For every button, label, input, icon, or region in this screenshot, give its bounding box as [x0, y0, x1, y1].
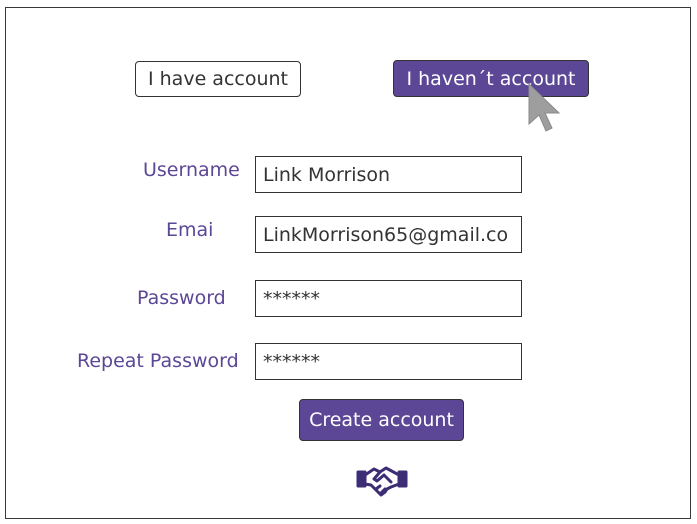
- username-label: Username: [143, 159, 240, 181]
- password-input[interactable]: ******: [255, 280, 522, 317]
- mouse-pointer-icon: [528, 84, 561, 132]
- create-account-button[interactable]: Create account: [299, 399, 464, 441]
- username-input[interactable]: Link Morrison: [255, 156, 522, 193]
- repeat-password-input[interactable]: ******: [255, 343, 522, 380]
- have-account-button[interactable]: I have account: [135, 61, 301, 97]
- repeat-password-label: Repeat Password: [77, 350, 239, 372]
- email-input[interactable]: LinkMorrison65@gmail.co: [255, 216, 522, 253]
- handshake-icon: [356, 466, 408, 497]
- email-label: Emai: [166, 219, 214, 241]
- password-label: Password: [137, 287, 226, 309]
